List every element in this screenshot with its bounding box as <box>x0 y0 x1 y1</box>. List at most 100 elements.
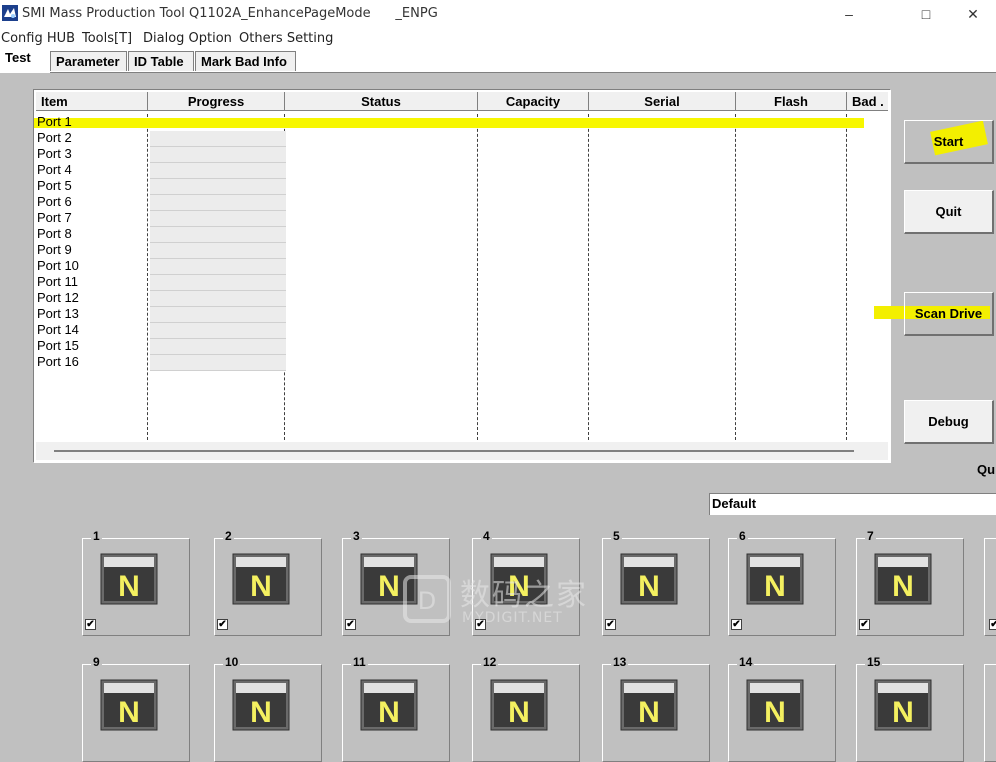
menu-dialog-option[interactable]: Dialog Option <box>143 31 232 46</box>
slot-number: 5 <box>611 529 622 543</box>
menu-others-setting[interactable]: Others Setting <box>239 31 333 46</box>
drive-icon: N <box>360 679 418 731</box>
drive-icon: N <box>100 679 158 731</box>
drive-icon: N <box>232 679 290 731</box>
column-flash[interactable]: Flash <box>736 92 847 111</box>
drive-slot-13[interactable]: 13 N <box>602 655 710 762</box>
scrollbar-thumb[interactable] <box>54 450 854 452</box>
drive-letter: N <box>892 570 914 603</box>
drive-letter: N <box>378 696 400 729</box>
tab-strip: Test Parameter ID Table Mark Bad Info <box>0 48 996 73</box>
drive-slot-2[interactable]: 2 N ✔ <box>214 529 322 636</box>
close-icon: ✕ <box>967 5 979 22</box>
drive-slot-10[interactable]: 10 N <box>214 655 322 762</box>
profile-select[interactable]: Default <box>709 493 996 515</box>
tab-parameter[interactable]: Parameter <box>50 51 127 71</box>
drive-slot-9[interactable]: 9 N <box>82 655 190 762</box>
progress-bar <box>150 323 286 339</box>
drive-icon: N <box>490 679 548 731</box>
quit-button[interactable]: Quit <box>904 190 994 234</box>
scan-drive-button[interactable]: Scan Drive <box>904 292 994 336</box>
slot-checkbox[interactable]: ✔ <box>345 619 356 630</box>
progress-bar <box>150 147 286 163</box>
port-label: Port 10 <box>37 258 79 273</box>
tab-id-table[interactable]: ID Table <box>128 51 194 71</box>
drive-letter: N <box>250 696 272 729</box>
drive-slot-1[interactable]: 1 N ✔ <box>82 529 190 636</box>
drive-slot-11[interactable]: 11 N <box>342 655 450 762</box>
drive-letter: N <box>118 696 140 729</box>
drive-icon: N <box>620 553 678 605</box>
slot-checkbox[interactable]: ✔ <box>85 619 96 630</box>
progress-bar <box>150 243 286 259</box>
drive-slot-16-partial[interactable] <box>984 664 996 762</box>
slot-number: 11 <box>351 655 368 669</box>
drive-icon: N <box>874 553 932 605</box>
menu-tools[interactable]: Tools[T] <box>82 31 132 46</box>
slot-checkbox[interactable]: ✔ <box>989 619 996 630</box>
drive-letter: N <box>378 570 400 603</box>
port-label: Port 8 <box>37 226 72 241</box>
menu-config-hub[interactable]: Config HUB <box>1 31 75 46</box>
progress-bar <box>150 131 286 147</box>
progress-bar <box>150 227 286 243</box>
slot-checkbox[interactable]: ✔ <box>859 619 870 630</box>
maximize-button[interactable]: □ <box>903 0 949 28</box>
column-bad[interactable]: Bad . <box>847 92 888 111</box>
column-capacity[interactable]: Capacity <box>478 92 589 111</box>
svg-text:D: D <box>418 587 436 615</box>
port-label: Port 15 <box>37 338 79 353</box>
debug-button[interactable]: Debug <box>904 400 994 444</box>
port-label: Port 5 <box>37 178 72 193</box>
tab-test[interactable]: Test <box>0 48 50 73</box>
column-divider <box>588 114 589 440</box>
drive-slot-14[interactable]: 14 N <box>728 655 836 762</box>
minimize-icon: – <box>845 6 853 22</box>
drive-slot-8-partial[interactable]: ✔ <box>984 538 996 636</box>
port-label: Port 9 <box>37 242 72 257</box>
port-label: Port 3 <box>37 146 72 161</box>
column-item[interactable]: Item <box>36 92 148 111</box>
horizontal-scrollbar[interactable] <box>36 442 888 460</box>
column-progress[interactable]: Progress <box>148 92 285 111</box>
drive-slot-7[interactable]: 7 N ✔ <box>856 529 964 636</box>
maximize-icon: □ <box>921 6 931 22</box>
drive-icon: N <box>100 553 158 605</box>
slot-checkbox[interactable]: ✔ <box>605 619 616 630</box>
progress-bar <box>150 307 286 323</box>
drive-slot-15[interactable]: 15 N <box>856 655 964 762</box>
slot-number: 10 <box>223 655 241 669</box>
minimize-button[interactable]: – <box>826 0 872 28</box>
port-label: Port 13 <box>37 306 79 321</box>
column-divider <box>147 114 148 440</box>
start-button[interactable]: Start <box>904 120 994 164</box>
slot-number: 12 <box>481 655 499 669</box>
drive-slot-12[interactable]: 12 N <box>472 655 580 762</box>
column-status[interactable]: Status <box>285 92 478 111</box>
row-highlight-marker <box>34 118 864 128</box>
progress-bar <box>150 179 286 195</box>
tab-mark-bad-info[interactable]: Mark Bad Info <box>195 51 296 71</box>
column-divider <box>477 114 478 440</box>
drive-letter: N <box>892 696 914 729</box>
slot-number: 13 <box>611 655 629 669</box>
port-label: Port 1 <box>37 114 72 129</box>
slot-checkbox[interactable]: ✔ <box>217 619 228 630</box>
drive-icon: N <box>746 553 804 605</box>
column-divider <box>735 114 736 440</box>
drive-slot-5[interactable]: 5 N ✔ <box>602 529 710 636</box>
drive-letter: N <box>250 570 272 603</box>
progress-bar <box>150 291 286 307</box>
drive-icon: N <box>620 679 678 731</box>
column-serial[interactable]: Serial <box>589 92 736 111</box>
drive-letter: N <box>508 696 530 729</box>
slot-checkbox[interactable]: ✔ <box>731 619 742 630</box>
progress-bar <box>150 259 286 275</box>
drive-letter: N <box>764 696 786 729</box>
slot-number: 15 <box>865 655 883 669</box>
drive-slot-6[interactable]: 6 N ✔ <box>728 529 836 636</box>
port-label: Port 12 <box>37 290 79 305</box>
drive-letter: N <box>638 696 660 729</box>
close-button[interactable]: ✕ <box>950 0 996 28</box>
slot-number: 3 <box>351 529 362 543</box>
